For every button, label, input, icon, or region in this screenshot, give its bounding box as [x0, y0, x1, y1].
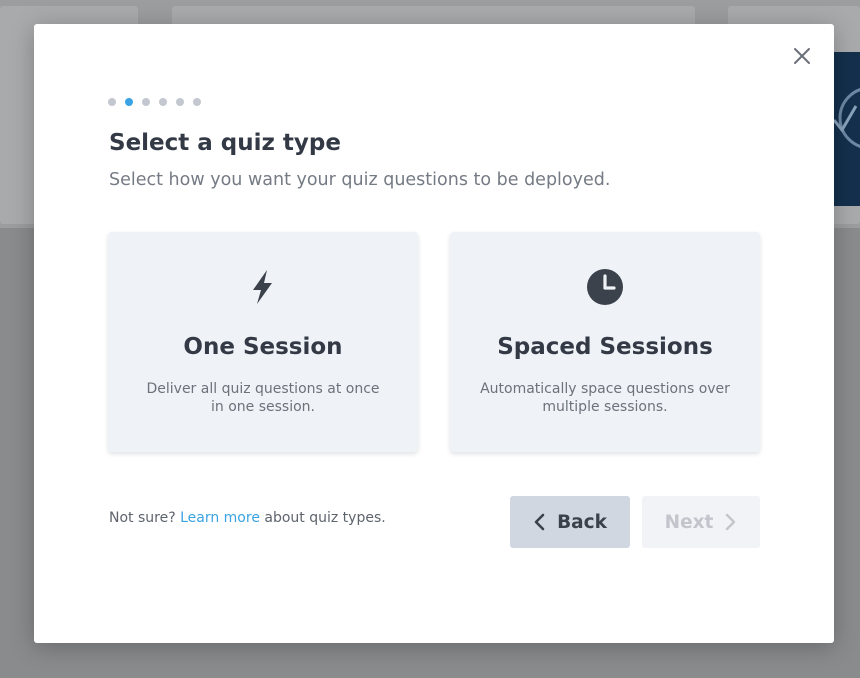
option-one-session[interactable]: One Session Deliver all quiz questions a… — [108, 232, 418, 452]
option-title: One Session — [183, 334, 343, 360]
step-dot — [108, 98, 116, 106]
step-dot — [176, 98, 184, 106]
step-indicator — [108, 97, 201, 107]
clock-icon — [587, 269, 623, 305]
step-dot — [142, 98, 150, 106]
help-text-prefix: Not sure? — [109, 510, 176, 526]
close-button[interactable] — [791, 45, 813, 67]
step-dot — [159, 98, 167, 106]
help-text-suffix: about quiz types. — [264, 510, 386, 526]
learn-more-link[interactable]: Learn more — [180, 510, 260, 526]
option-description: Deliver all quiz questions at once in on… — [146, 381, 380, 415]
back-button[interactable]: Back — [510, 496, 630, 548]
next-button-label: Next — [664, 511, 714, 533]
back-button-label: Back — [557, 511, 607, 533]
lightning-icon — [245, 269, 281, 305]
stopwatch-icon — [832, 88, 860, 148]
background-image — [832, 52, 860, 206]
option-description: Automatically space questions over multi… — [480, 381, 730, 415]
option-title: Spaced Sessions — [497, 334, 713, 360]
close-icon — [794, 48, 810, 64]
help-text: Not sure? Learn more about quiz types. — [109, 510, 386, 526]
quiz-type-modal: Select a quiz type Select how you want y… — [34, 24, 834, 643]
chevron-right-icon — [726, 513, 736, 531]
step-dot — [125, 98, 133, 106]
step-dot — [193, 98, 201, 106]
next-button[interactable]: Next — [642, 496, 760, 548]
chevron-left-icon — [534, 513, 545, 531]
page-subtitle: Select how you want your quiz questions … — [109, 170, 611, 190]
page-title: Select a quiz type — [109, 130, 341, 156]
option-spaced-sessions[interactable]: Spaced Sessions Automatically space ques… — [450, 232, 760, 452]
